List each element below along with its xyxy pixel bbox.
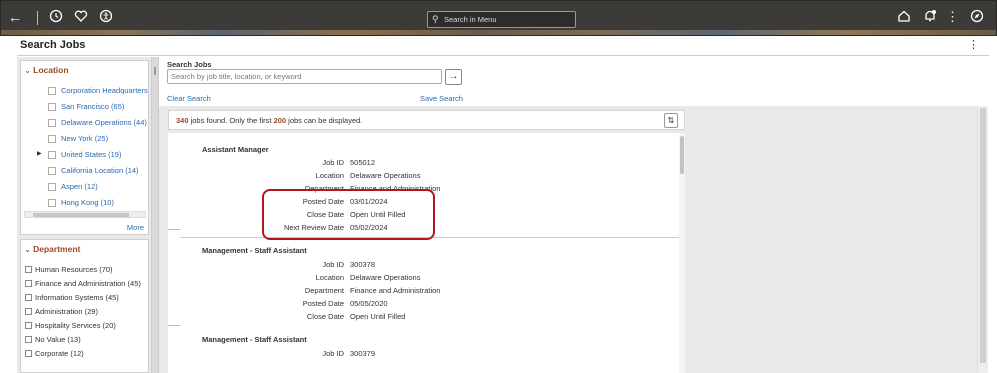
job-id-value: 505012 [350, 158, 376, 167]
location-checkbox[interactable] [48, 183, 56, 191]
department-checkbox[interactable] [25, 336, 32, 343]
job-title[interactable]: Management - Staff Assistant [202, 246, 307, 255]
department-checkbox[interactable] [25, 280, 32, 287]
row-separator [168, 325, 180, 326]
favorites-icon[interactable] [73, 9, 89, 25]
location-checkbox[interactable] [48, 151, 56, 159]
accessibility-icon[interactable] [98, 9, 114, 25]
toolbar-separator [37, 11, 38, 25]
navigator-icon[interactable] [969, 9, 985, 25]
job-list: Assistant Manager Job ID 505012 Location… [168, 133, 685, 373]
department-item[interactable]: Hospitality Services (20) [25, 321, 116, 331]
department-facet-header[interactable]: ⌄ Department [24, 244, 80, 255]
department-facet: ⌄ Department Human Resources (70) Finance… [20, 239, 149, 373]
row-separator [168, 229, 180, 230]
job-title[interactable]: Assistant Manager [202, 145, 269, 154]
location-item[interactable]: Delaware Operations (44) [61, 118, 147, 128]
job-list-scrollbar[interactable] [679, 133, 685, 373]
highlight-annotation [262, 189, 435, 240]
department-item[interactable]: Administration (29) [25, 307, 98, 317]
job-id-value: 300378 [350, 260, 376, 269]
top-bar: ← ⚲ Search in Menu ⋮ [0, 0, 997, 36]
department-item[interactable]: Finance and Administration (45) [25, 279, 141, 289]
location-item[interactable]: Hong Kong (10) [61, 198, 114, 208]
page-header: Search Jobs ⋮ [17, 36, 989, 56]
search-menu-input[interactable]: ⚲ Search in Menu [427, 11, 576, 28]
department-label: Department [304, 286, 344, 295]
sort-button[interactable]: ⇅ [664, 113, 678, 128]
search-panel: Search Jobs Search by job title, locatio… [167, 58, 987, 106]
search-go-button[interactable]: → [445, 69, 462, 85]
location-facet-header[interactable]: ⌄ Location [24, 65, 69, 76]
posted-date-label: Posted Date [302, 299, 344, 308]
close-date-label: Close Date [306, 312, 344, 321]
clear-search-link[interactable]: Clear Search [167, 94, 211, 103]
department-item[interactable]: Human Resources (70) [25, 265, 113, 275]
chevron-down-icon: ⌄ [24, 65, 32, 75]
close-date-value: Open Until Filled [350, 312, 406, 321]
back-arrow-icon[interactable]: ← [6, 9, 24, 25]
job-id-label: Job ID [322, 260, 344, 269]
panel-splitter[interactable] [151, 57, 159, 373]
department-item[interactable]: No Value (13) [25, 335, 81, 345]
location-facet: ⌄ Location Corporation Headquarters San F… [20, 60, 149, 235]
location-item[interactable]: Aspen (12) [61, 182, 98, 192]
location-checkbox[interactable] [48, 135, 56, 143]
job-id-label: Job ID [322, 349, 344, 358]
facet-panel: ⌄ Location Corporation Headquarters San F… [17, 57, 159, 373]
history-icon[interactable] [48, 9, 64, 25]
search-jobs-input[interactable]: Search by job title, location, or keywor… [167, 69, 442, 84]
save-search-link[interactable]: Save Search [420, 94, 463, 103]
search-icon: ⚲ [432, 14, 439, 24]
scrollbar-thumb[interactable] [680, 136, 684, 174]
scrollbar-thumb[interactable] [980, 108, 986, 363]
page-scrollbar[interactable] [977, 106, 988, 373]
actions-menu-icon[interactable]: ⋮ [946, 9, 959, 25]
location-label: Location [315, 171, 344, 180]
posted-date-value: 05/05/2020 [350, 299, 388, 308]
location-item[interactable]: Corporation Headquarters [61, 86, 148, 96]
chevron-down-icon: ⌄ [24, 244, 32, 254]
location-value: Delaware Operations [350, 171, 421, 180]
splitter-grip-icon [154, 67, 156, 75]
search-jobs-label: Search Jobs [167, 60, 212, 69]
job-id-value: 300379 [350, 349, 376, 358]
search-menu-placeholder: Search in Menu [444, 15, 497, 24]
location-checkbox[interactable] [48, 199, 56, 207]
horizontal-scrollbar[interactable] [24, 211, 146, 218]
notification-dot [932, 10, 936, 14]
brand-stripe [1, 30, 996, 35]
location-item[interactable]: California Location (14) [61, 166, 139, 176]
job-id-label: Job ID [322, 158, 344, 167]
location-checkbox[interactable] [48, 103, 56, 111]
location-value: Delaware Operations [350, 273, 421, 282]
expand-triangle-icon[interactable]: ▶ [37, 150, 42, 157]
department-checkbox[interactable] [25, 350, 32, 357]
location-checkbox[interactable] [48, 87, 56, 95]
department-checkbox[interactable] [25, 294, 32, 301]
results-count-text: 340 jobs found. Only the first 200 jobs … [176, 116, 363, 125]
more-link[interactable]: More [127, 223, 144, 232]
department-item[interactable]: Corporate (12) [25, 349, 84, 359]
location-item[interactable]: New York (25) [61, 134, 108, 144]
department-checkbox[interactable] [25, 322, 32, 329]
location-label: Location [315, 273, 344, 282]
home-icon[interactable] [896, 9, 912, 25]
location-item[interactable]: United States (19) [61, 150, 121, 160]
location-checkbox[interactable] [48, 119, 56, 127]
department-checkbox[interactable] [25, 308, 32, 315]
department-value: Finance and Administration [350, 286, 441, 295]
page-title: Search Jobs [20, 39, 86, 51]
location-checkbox[interactable] [48, 167, 56, 175]
page-actions-icon[interactable]: ⋮ [968, 38, 979, 51]
department-item[interactable]: Information Systems (45) [25, 293, 119, 303]
job-title[interactable]: Management - Staff Assistant [202, 335, 307, 344]
location-item[interactable]: San Francisco (65) [61, 102, 124, 112]
department-checkbox[interactable] [25, 266, 32, 273]
results-count-bar: 340 jobs found. Only the first 200 jobs … [168, 110, 685, 130]
